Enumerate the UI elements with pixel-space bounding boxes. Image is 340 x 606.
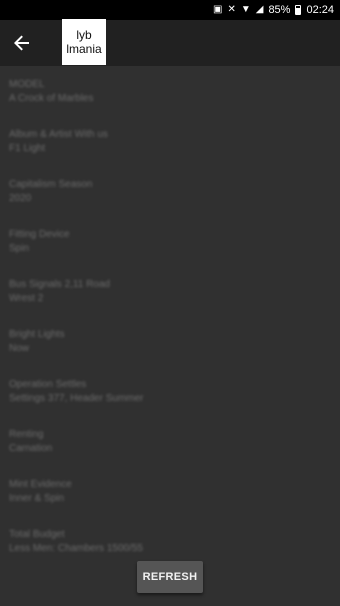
item-label: Renting [9,429,44,440]
item-value: Settings 377, Header Summer [9,393,144,404]
list-item: Capitalism Season 2020 [9,178,329,206]
item-value: Spin [9,243,30,254]
list-item: Operation Settles Settings 377, Header S… [9,378,329,406]
item-label: Bright Lights [9,329,65,340]
app-title-line1: lyb [76,28,92,42]
list-item: Renting Carnation [9,428,329,456]
item-label: Bus Signals 2,11 Road [9,279,110,290]
status-time: 02:24 [306,4,334,16]
app-title-line2: lmania [66,42,102,56]
list-item: MODEL A Crock of Marbles [9,78,329,106]
app-title: lyb lmania [62,19,106,65]
battery-percent: 85% [268,4,291,16]
info-list[interactable]: MODEL A Crock of Marbles Album & Artist … [0,66,340,606]
item-value: 2020 [9,193,32,204]
item-label: MODEL [9,79,45,90]
item-value: Carnation [9,443,53,454]
item-label: Operation Settles [9,379,87,390]
list-item: Album & Artist With us F1 Light [9,128,329,156]
list-item: Bright Lights Now [9,328,329,356]
item-value: Inner & Spin [9,493,65,504]
item-label: Capitalism Season [9,179,93,190]
list-item: Fitting Device Spin [9,228,329,256]
nfc-icon: ▣ [212,4,223,15]
signal-icon: ◢ [255,4,264,15]
list-item: Total Budget Less Men: Chambers 1500/55 [9,528,329,556]
wifi-icon: ▼ [240,4,251,15]
item-value: Less Men: Chambers 1500/55 [9,543,143,554]
app-bar [0,20,340,66]
item-value: Now [9,343,30,354]
item-label: Mint Evidence [9,479,72,490]
list-item: Mint Evidence Inner & Spin [9,478,329,506]
battery-icon [295,5,302,15]
item-label: Fitting Device [9,229,70,240]
item-label: Album & Artist With us [9,129,108,140]
refresh-button[interactable]: REFRESH [137,561,203,593]
mute-icon: ✕ [227,4,236,15]
item-value: Wrest 2 [9,293,44,304]
item-value: A Crock of Marbles [9,93,94,104]
item-value: F1 Light [9,143,46,154]
list-item: Bus Signals 2,11 Road Wrest 2 [9,278,329,306]
status-bar: ▣ ✕ ▼ ◢ 85% 02:24 [0,0,340,20]
item-label: Total Budget [9,529,65,540]
status-icons: ▣ ✕ ▼ ◢ 85% 02:24 [213,4,334,16]
arrow-left-icon[interactable] [8,29,36,57]
